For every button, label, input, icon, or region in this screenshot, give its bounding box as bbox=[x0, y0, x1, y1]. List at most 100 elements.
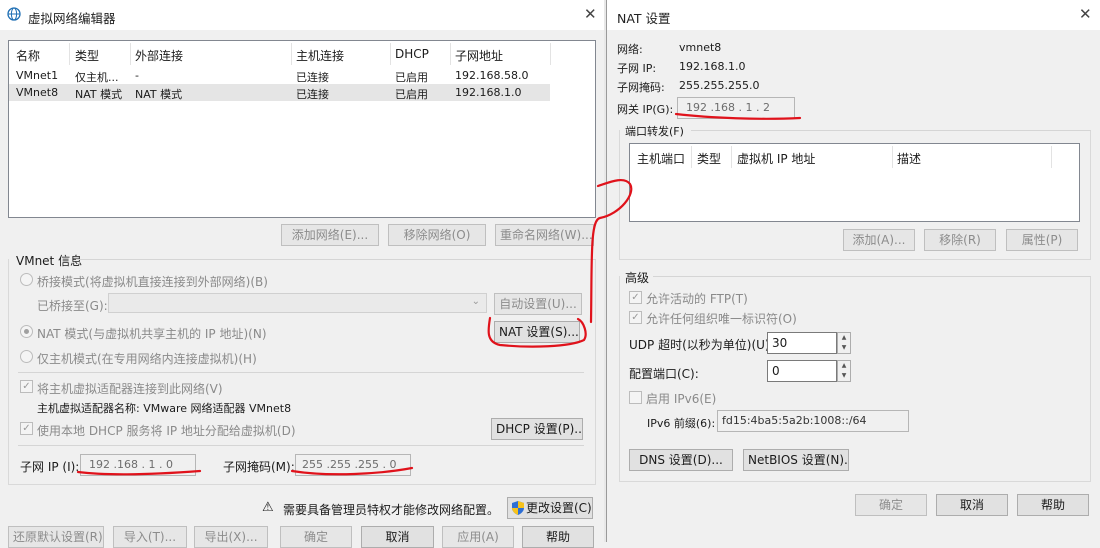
table-row[interactable]: VMnet1 仅主机... - 已连接 已启用 192.168.58.0 bbox=[9, 67, 550, 84]
cell-dhcp: 已启用 bbox=[395, 88, 428, 101]
column-header-host-connection[interactable]: 主机连接 bbox=[296, 47, 344, 64]
nat-close-icon[interactable]: ✕ bbox=[1079, 5, 1092, 23]
column-header-external[interactable]: 外部连接 bbox=[135, 47, 183, 64]
ok-button[interactable]: 确定 bbox=[280, 526, 352, 548]
allow-uuid-checkbox[interactable]: ✓ bbox=[629, 311, 642, 324]
column-header-vm-ip[interactable]: 虚拟机 IP 地址 bbox=[737, 150, 815, 167]
ipv6-prefix-label: IPv6 前缀(6): bbox=[647, 417, 716, 430]
table-header: 名称 类型 外部连接 主机连接 DHCP 子网地址 bbox=[9, 41, 595, 67]
udp-timeout-stepper[interactable]: ▲ ▼ bbox=[837, 332, 851, 354]
rename-network-button[interactable]: 重命名网络(W)... bbox=[495, 224, 594, 246]
subnet-mask-value: 255.255.255.0 bbox=[679, 79, 760, 92]
globe-icon bbox=[7, 7, 21, 21]
window-title: 虚拟网络编辑器 bbox=[28, 11, 116, 26]
config-port-input[interactable]: 0 bbox=[767, 360, 837, 382]
gateway-ip-field[interactable]: 192 .168 . 1 . 2 bbox=[677, 97, 795, 119]
subnet-mask-label: 子网掩码(M): bbox=[223, 460, 295, 474]
bridge-mode-radio[interactable] bbox=[20, 273, 33, 286]
column-header-dhcp[interactable]: DHCP bbox=[395, 47, 429, 61]
cell-host-connection: 已连接 bbox=[296, 71, 329, 84]
chevron-down-icon: ⌄ bbox=[471, 296, 480, 307]
config-port-stepper[interactable]: ▲ ▼ bbox=[837, 360, 851, 382]
help-button[interactable]: 帮助 bbox=[522, 526, 594, 548]
title-bar: 虚拟网络编辑器 ✕ bbox=[0, 0, 604, 30]
cell-name: VMnet1 bbox=[16, 69, 59, 82]
cell-name: VMnet8 bbox=[16, 86, 59, 99]
column-header-host-port[interactable]: 主机端口 bbox=[637, 150, 685, 167]
cell-subnet: 192.168.1.0 bbox=[455, 86, 522, 99]
virtual-network-editor-window: 虚拟网络编辑器 ✕ 名称 类型 外部连接 主机连接 DHCP 子网地址 VMne… bbox=[0, 0, 604, 548]
pf-properties-button[interactable]: 属性(P) bbox=[1006, 229, 1078, 251]
nat-title-bar: NAT 设置 ✕ bbox=[607, 0, 1100, 30]
change-settings-label: 更改设置(C) bbox=[526, 501, 592, 515]
pf-add-button[interactable]: 添加(A)... bbox=[843, 229, 915, 251]
column-header-type[interactable]: 类型 bbox=[75, 47, 99, 64]
cell-external: - bbox=[135, 69, 139, 82]
allow-uuid-label: 允许任何组织唯一标识符(O) bbox=[646, 312, 797, 326]
bridged-to-label: 已桥接至(G): bbox=[37, 299, 108, 313]
use-dhcp-label: 使用本地 DHCP 服务将 IP 地址分配给虚拟机(D) bbox=[37, 424, 296, 438]
nat-settings-button[interactable]: NAT 设置(S)... bbox=[494, 321, 580, 343]
allow-ftp-checkbox[interactable]: ✓ bbox=[629, 291, 642, 304]
use-dhcp-checkbox[interactable]: ✓ bbox=[20, 422, 33, 435]
subnet-ip-value: 192.168.1.0 bbox=[679, 60, 746, 73]
cancel-button[interactable]: 取消 bbox=[361, 526, 434, 548]
port-forwarding-table[interactable]: 主机端口 类型 虚拟机 IP 地址 描述 bbox=[629, 143, 1080, 222]
network-label: 网络: bbox=[617, 43, 643, 56]
export-button[interactable]: 导出(X)... bbox=[194, 526, 268, 548]
pf-remove-button[interactable]: 移除(R) bbox=[924, 229, 996, 251]
table-row-selected[interactable]: VMnet8 NAT 模式 NAT 模式 已连接 已启用 192.168.1.0 bbox=[9, 84, 550, 101]
nat-help-button[interactable]: 帮助 bbox=[1017, 494, 1089, 516]
add-network-button[interactable]: 添加网络(E)... bbox=[281, 224, 379, 246]
nat-ok-button[interactable]: 确定 bbox=[855, 494, 927, 516]
import-button[interactable]: 导入(T)... bbox=[113, 526, 187, 548]
dns-settings-button[interactable]: DNS 设置(D)... bbox=[629, 449, 733, 471]
udp-timeout-input[interactable]: 30 bbox=[767, 332, 837, 354]
network-value: vmnet8 bbox=[679, 41, 722, 54]
apply-button[interactable]: 应用(A) bbox=[442, 526, 514, 548]
admin-notice: 需要具备管理员特权才能修改网络配置。 bbox=[283, 503, 500, 517]
netbios-settings-button[interactable]: NetBIOS 设置(N)... bbox=[743, 449, 849, 471]
subnet-ip-field[interactable]: 192 .168 . 1 . 0 bbox=[80, 454, 196, 476]
cell-host-connection: 已连接 bbox=[296, 88, 329, 101]
auto-settings-button[interactable]: 自动设置(U)... bbox=[494, 293, 582, 315]
warning-icon: ⚠ bbox=[262, 500, 274, 515]
close-icon[interactable]: ✕ bbox=[584, 5, 597, 23]
cell-external: NAT 模式 bbox=[135, 88, 183, 101]
config-port-label: 配置端口(C): bbox=[629, 367, 699, 381]
nat-cancel-button[interactable]: 取消 bbox=[936, 494, 1008, 516]
restore-defaults-button[interactable]: 还原默认设置(R) bbox=[8, 526, 104, 548]
adapter-name-text: 主机虚拟适配器名称: VMware 网络适配器 VMnet8 bbox=[37, 402, 292, 415]
column-header-name[interactable]: 名称 bbox=[16, 47, 40, 64]
host-only-mode-label: 仅主机模式(在专用网络内连接虚拟机)(H) bbox=[37, 352, 257, 366]
allow-ftp-label: 允许活动的 FTP(T) bbox=[646, 292, 748, 306]
bridge-mode-label: 桥接模式(将虚拟机直接连接到外部网络)(B) bbox=[37, 275, 268, 289]
nat-mode-radio[interactable] bbox=[20, 325, 33, 338]
dhcp-settings-button[interactable]: DHCP 设置(P)... bbox=[491, 418, 583, 440]
cell-dhcp: 已启用 bbox=[395, 71, 428, 84]
gateway-ip-label: 网关 IP(G): bbox=[617, 103, 674, 116]
connect-adapter-label: 将主机虚拟适配器连接到此网络(V) bbox=[37, 382, 223, 396]
udp-timeout-label: UDP 超时(以秒为单位)(U): bbox=[629, 338, 774, 352]
subnet-mask-field[interactable]: 255 .255 .255 . 0 bbox=[295, 454, 411, 476]
cell-subnet: 192.168.58.0 bbox=[455, 69, 529, 82]
connect-adapter-checkbox[interactable]: ✓ bbox=[20, 380, 33, 393]
ipv6-prefix-field[interactable]: fd15:4ba5:5a2b:1008::/64 bbox=[717, 410, 909, 432]
enable-ipv6-checkbox[interactable] bbox=[629, 391, 642, 404]
column-header-description[interactable]: 描述 bbox=[897, 150, 921, 167]
network-table[interactable]: 名称 类型 外部连接 主机连接 DHCP 子网地址 VMnet1 仅主机... … bbox=[8, 40, 596, 218]
column-header-type[interactable]: 类型 bbox=[697, 150, 721, 167]
subnet-mask-label: 子网掩码: bbox=[617, 81, 665, 94]
change-settings-button[interactable]: 更改设置(C) bbox=[507, 497, 593, 519]
enable-ipv6-label: 启用 IPv6(E) bbox=[646, 392, 717, 406]
nat-window-title: NAT 设置 bbox=[617, 11, 671, 26]
nat-mode-label: NAT 模式(与虚拟机共享主机的 IP 地址)(N) bbox=[37, 327, 267, 341]
host-only-mode-radio[interactable] bbox=[20, 350, 33, 363]
cell-type: NAT 模式 bbox=[75, 88, 123, 101]
nat-settings-window: NAT 设置 ✕ 网络: vmnet8 子网 IP: 192.168.1.0 子… bbox=[606, 0, 1100, 542]
cell-type: 仅主机... bbox=[75, 71, 119, 84]
shield-icon bbox=[512, 501, 524, 515]
column-header-subnet[interactable]: 子网地址 bbox=[455, 47, 503, 64]
bridged-to-select[interactable]: ⌄ bbox=[108, 293, 487, 313]
remove-network-button[interactable]: 移除网络(O) bbox=[388, 224, 486, 246]
